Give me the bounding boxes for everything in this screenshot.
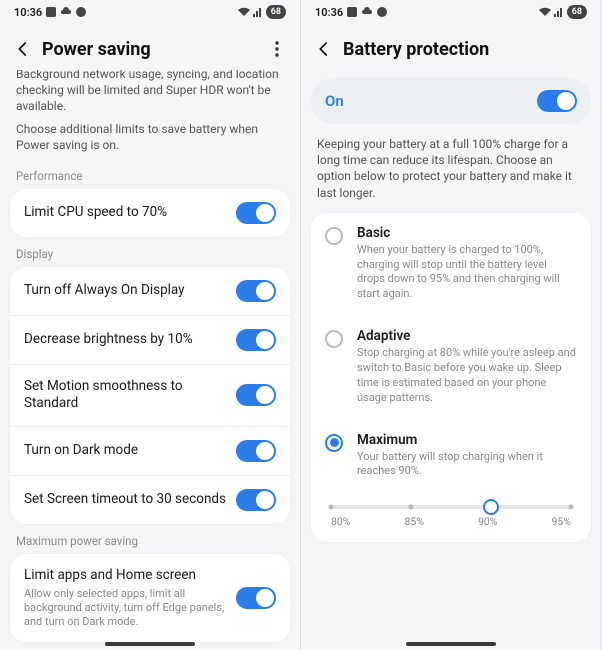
gallery-icon [347,7,357,17]
row-label: Turn off Always On Display [24,282,228,300]
row-motion-smoothness[interactable]: Set Motion smoothness to Standard [10,365,290,427]
cloud-icon [60,7,72,17]
row-label: Set Motion smoothness to Standard [24,378,228,413]
card-performance: Limit CPU speed to 70% [10,189,290,237]
option-desc: Your battery will stop charging when it … [357,450,577,480]
slider-track[interactable] [331,505,571,509]
slider-thumb[interactable] [483,499,499,515]
page-title: Battery protection [343,39,589,60]
toggle-limit-cpu[interactable] [236,202,276,224]
time-label: 10:36 [14,6,42,19]
option-title: Adaptive [357,328,577,344]
option-desc: When your battery is charged to 100%, ch… [357,243,577,302]
row-label: Limit CPU speed to 70% [24,204,228,222]
option-maximum[interactable]: Maximum Your battery will stop charging … [311,420,591,494]
row-dark-mode[interactable]: Turn on Dark mode [10,427,290,476]
back-button[interactable] [12,38,34,60]
description-text: Keeping your battery at a full 100% char… [301,136,601,213]
wifi-icon [238,7,250,17]
row-label: Decrease brightness by 10% [24,331,228,349]
header: Battery protection [301,24,601,70]
whatsapp-icon [377,7,387,17]
whatsapp-icon [76,7,86,17]
radio-maximum[interactable] [325,434,343,452]
gallery-icon [46,7,56,17]
row-sublabel: Allow only selected apps, limit all back… [24,587,228,630]
section-max-power-saving: Maximum power saving [0,524,300,554]
section-display: Display [0,237,300,267]
slider-tick [408,505,413,510]
row-limit-apps[interactable]: Limit apps and Home screen Allow only se… [10,554,290,642]
screen-battery-protection: 10:36 68 Battery protection On Keeping y… [301,0,602,650]
battery-level: 68 [567,5,587,19]
more-options-button[interactable] [266,41,288,57]
back-button[interactable] [313,38,335,60]
row-brightness[interactable]: Decrease brightness by 10% [10,316,290,365]
toggle-battery-protection[interactable] [537,90,577,112]
row-label: Turn on Dark mode [24,442,228,460]
status-bar: 10:36 68 [0,0,300,24]
home-indicator[interactable] [105,642,195,646]
row-screen-timeout[interactable]: Set Screen timeout to 30 seconds [10,476,290,524]
content: Background network usage, syncing, and l… [0,70,300,650]
card-options: Basic When your battery is charged to 10… [311,213,591,542]
slider-label: 95% [552,515,572,528]
radio-adaptive[interactable] [325,330,343,348]
slider-labels: 80% 85% 90% 95% [331,515,571,528]
option-desc: Stop charging at 80% while you're asleep… [357,346,577,405]
card-display: Turn off Always On Display Decrease brig… [10,267,290,524]
page-title: Power saving [42,39,266,60]
option-title: Basic [357,225,577,241]
description-text: Background network usage, syncing, and l… [0,70,300,121]
battery-level: 68 [266,5,286,19]
option-adaptive[interactable]: Adaptive Stop charging at 80% while you'… [311,316,591,419]
slider-label: 85% [405,515,425,528]
content: On Keeping your battery at a full 100% c… [301,70,601,650]
slider-tick [329,505,334,510]
slider-label: 90% [478,515,498,528]
on-label: On [325,92,537,110]
screen-power-saving: 10:36 68 Power saving Background network… [0,0,301,650]
time-label: 10:36 [315,6,343,19]
row-label: Limit apps and Home screen [24,567,228,585]
toggle-aod[interactable] [236,280,276,302]
row-limit-cpu[interactable]: Limit CPU speed to 70% [10,189,290,237]
row-label: Set Screen timeout to 30 seconds [24,491,228,509]
row-aod[interactable]: Turn off Always On Display [10,267,290,316]
radio-basic[interactable] [325,227,343,245]
section-performance: Performance [0,159,300,189]
option-title: Maximum [357,432,577,448]
master-toggle-row[interactable]: On [311,78,591,124]
toggle-screen-timeout[interactable] [236,489,276,511]
toggle-brightness[interactable] [236,329,276,351]
description-text-2: Choose additional limits to save battery… [0,121,300,159]
toggle-limit-apps[interactable] [236,587,276,609]
toggle-dark-mode[interactable] [236,440,276,462]
home-indicator[interactable] [406,642,496,646]
card-max-power-saving: Limit apps and Home screen Allow only se… [10,554,290,642]
charge-limit-slider[interactable]: 80% 85% 90% 95% [311,493,591,542]
signal-icon [253,7,263,17]
slider-label: 80% [331,515,351,528]
slider-tick [569,505,574,510]
signal-icon [554,7,564,17]
option-basic[interactable]: Basic When your battery is charged to 10… [311,213,591,316]
wifi-icon [539,7,551,17]
status-bar: 10:36 68 [301,0,601,24]
header: Power saving [0,24,300,70]
cloud-icon [361,7,373,17]
toggle-motion-smoothness[interactable] [236,384,276,406]
